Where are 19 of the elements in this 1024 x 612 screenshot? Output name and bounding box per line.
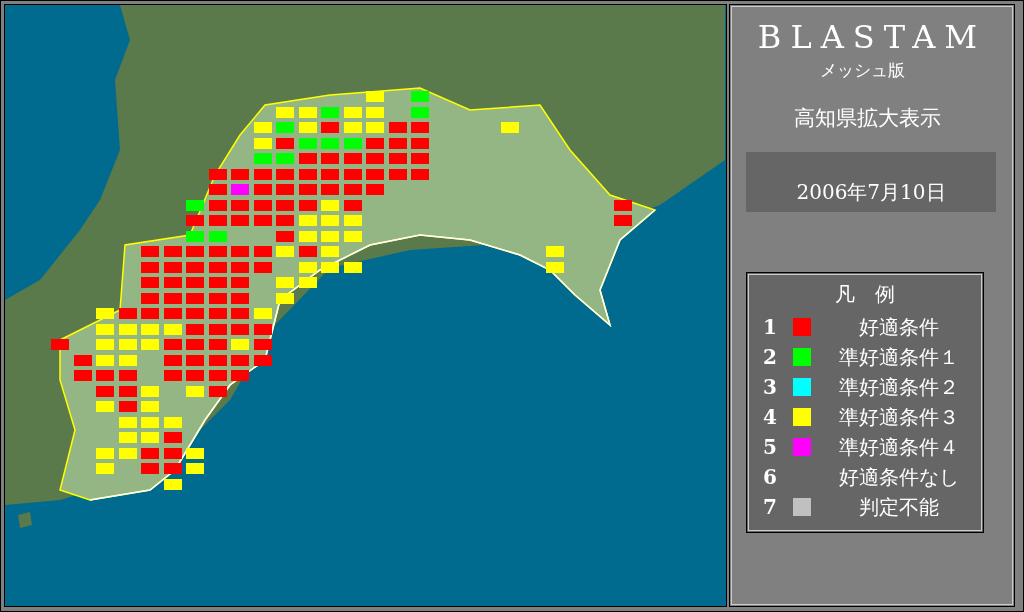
legend-number: 6	[763, 465, 778, 489]
legend-heading: 凡 例	[834, 281, 896, 308]
legend-label: 好適条件なし	[838, 463, 960, 491]
legend-label: 好適条件	[858, 313, 940, 341]
app-subtitle: メッシュ版	[819, 59, 905, 82]
legend-label: 判定不能	[858, 493, 940, 521]
legend-label: 準好適条件２	[838, 373, 960, 401]
region-label: 高知県拡大表示	[793, 105, 941, 132]
legend-label: 準好適条件３	[838, 403, 960, 431]
legend-number: 2	[763, 345, 778, 369]
legend-label: 準好適条件４	[838, 433, 960, 461]
legend-number: 5	[763, 435, 778, 459]
legend-number: 4	[763, 405, 778, 429]
legend-number: 1	[763, 315, 778, 339]
app-title: BLASTAM	[757, 17, 987, 57]
legend-label: 準好適条件１	[838, 343, 960, 371]
legend-number: 7	[763, 495, 778, 519]
date-display: 2006年7月10日	[746, 152, 996, 212]
legend-number: 3	[763, 375, 778, 399]
